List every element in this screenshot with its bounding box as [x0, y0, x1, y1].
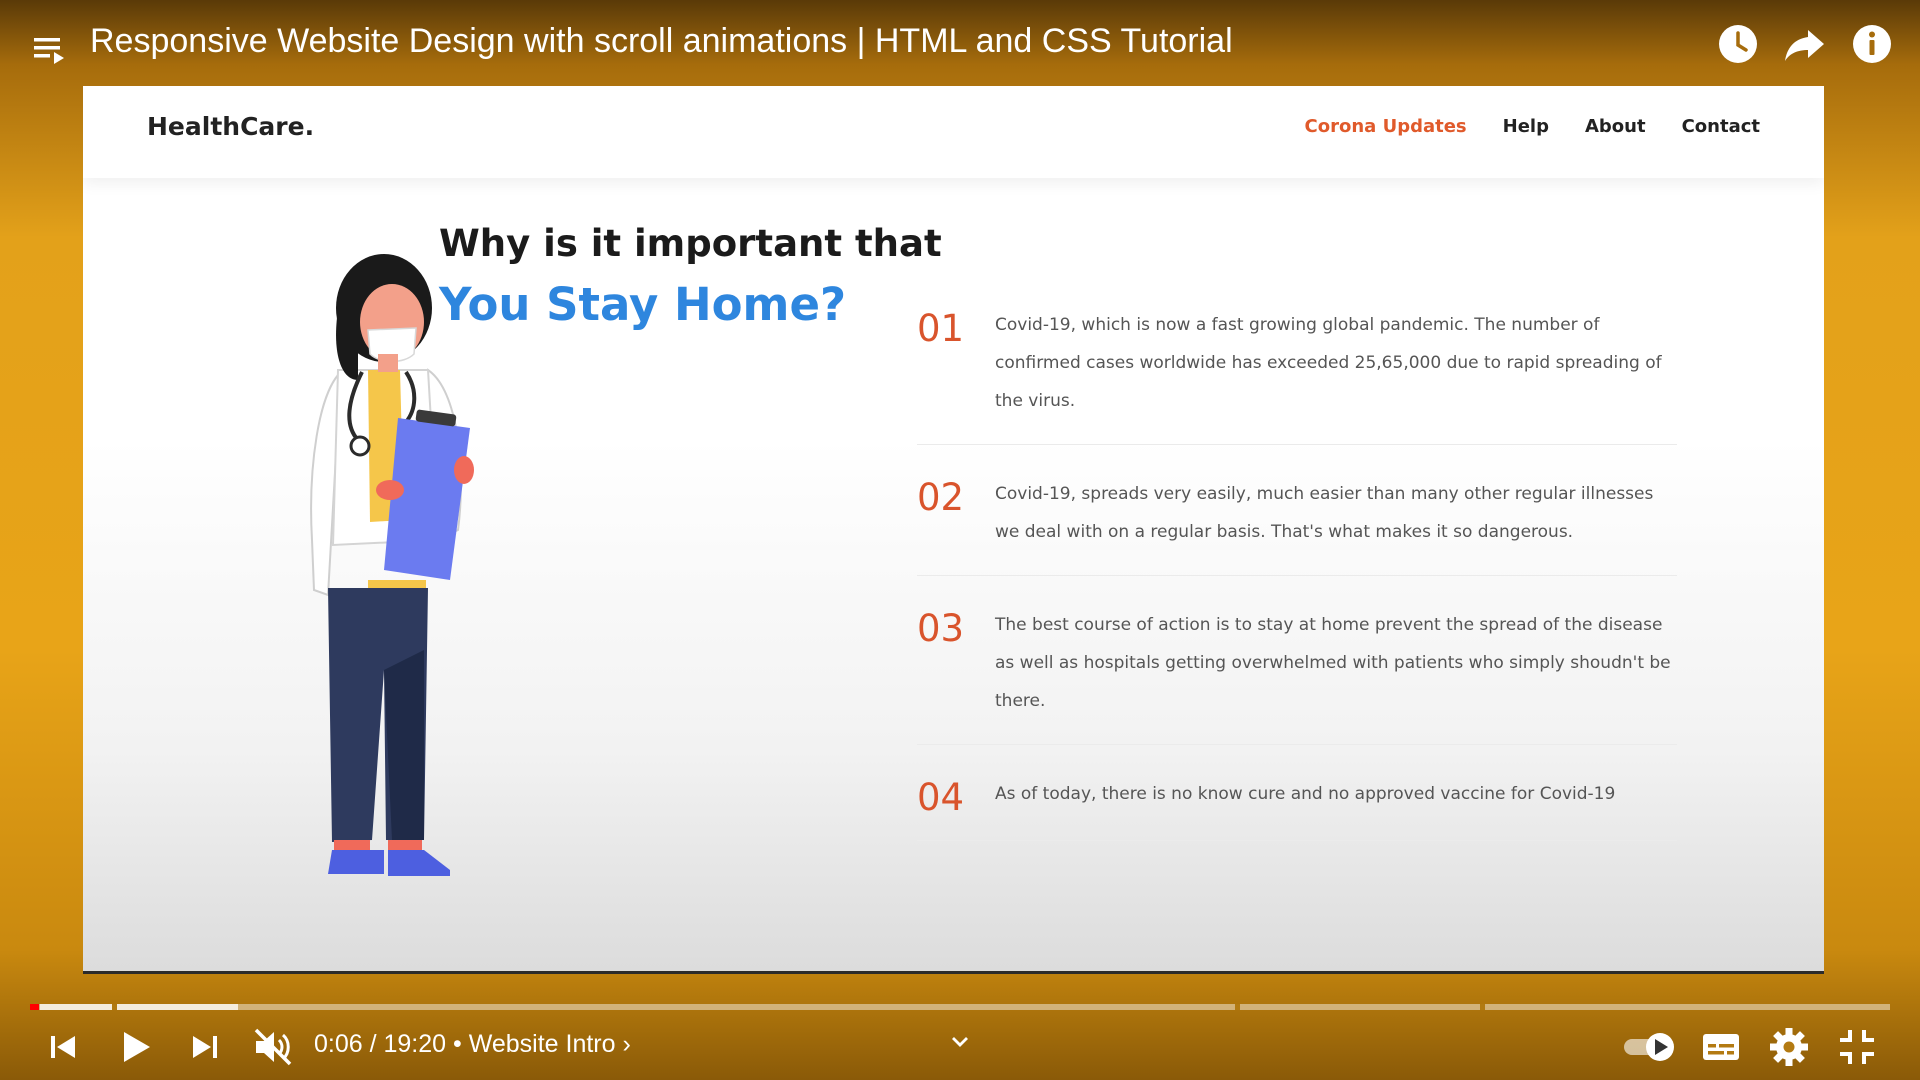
watch-later-icon[interactable] — [1716, 22, 1760, 66]
next-icon[interactable] — [182, 1024, 228, 1070]
point-text: As of today, there is no know cure and n… — [995, 784, 1616, 804]
list-item: 02 Covid-19, spreads very easily, much e… — [917, 475, 1677, 576]
nav-link-help[interactable]: Help — [1503, 116, 1549, 137]
point-number: 03 — [917, 607, 965, 650]
nav-link-about[interactable]: About — [1585, 116, 1646, 137]
video-frame[interactable]: HealthCare. Corona Updates Help About Co… — [83, 86, 1824, 974]
site-nav: Corona Updates Help About Contact — [1305, 116, 1760, 137]
exit-fullscreen-icon[interactable] — [1834, 1024, 1880, 1070]
played-bar — [30, 1004, 40, 1010]
playlist-icon[interactable] — [30, 30, 70, 70]
point-number: 04 — [917, 776, 965, 819]
doctor-illustration — [288, 250, 508, 922]
point-text: The best course of action is to stay at … — [995, 615, 1671, 711]
video-title[interactable]: Responsive Website Design with scroll an… — [90, 22, 1233, 61]
buffer-bar — [40, 1004, 238, 1010]
list-item: 03 The best course of action is to stay … — [917, 606, 1677, 745]
player-top-bar: Responsive Website Design with scroll an… — [0, 0, 1920, 86]
nav-link-corona-updates[interactable]: Corona Updates — [1305, 116, 1467, 137]
play-icon[interactable] — [112, 1024, 158, 1070]
share-icon[interactable] — [1782, 22, 1826, 66]
time-display[interactable]: 0:06 / 19:20 • Website Intro › — [314, 1030, 631, 1059]
autoplay-toggle-icon[interactable] — [1622, 1024, 1678, 1070]
chapter-divider — [1235, 1004, 1240, 1010]
chapter-divider — [112, 1004, 117, 1010]
previous-icon[interactable] — [40, 1024, 86, 1070]
chevron-down-icon[interactable] — [948, 1030, 972, 1054]
subtitles-icon[interactable] — [1698, 1024, 1744, 1070]
point-text: Covid-19, which is now a fast growing gl… — [995, 315, 1662, 411]
progress-bar[interactable] — [30, 1004, 1890, 1010]
chapter-divider — [1480, 1004, 1485, 1010]
list-item: 01 Covid-19, which is now a fast growing… — [917, 306, 1677, 445]
nav-link-contact[interactable]: Contact — [1682, 116, 1760, 137]
point-number: 02 — [917, 476, 965, 519]
mute-icon[interactable] — [250, 1024, 296, 1070]
list-item: 04 As of today, there is no know cure an… — [917, 775, 1677, 841]
hero-heading-line1: Why is it important that — [439, 222, 942, 265]
settings-icon[interactable] — [1766, 1024, 1812, 1070]
point-number: 01 — [917, 307, 965, 350]
reasons-list: 01 Covid-19, which is now a fast growing… — [917, 306, 1677, 871]
point-text: Covid-19, spreads very easily, much easi… — [995, 484, 1654, 542]
site-header: HealthCare. Corona Updates Help About Co… — [83, 86, 1824, 178]
info-icon[interactable] — [1850, 22, 1894, 66]
site-logo[interactable]: HealthCare. — [147, 112, 314, 141]
